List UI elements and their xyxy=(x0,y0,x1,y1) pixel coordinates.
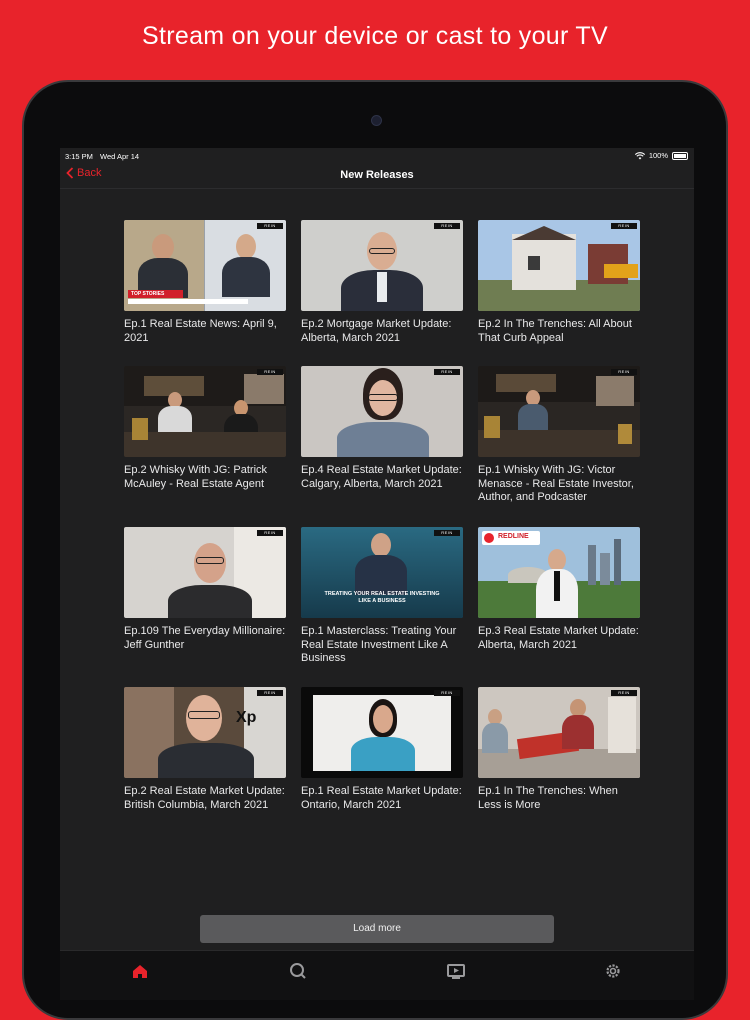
episode-title: Ep.1 Real Estate Market Update: Ontario,… xyxy=(301,785,462,811)
home-icon xyxy=(133,965,147,978)
episode-title: Ep.4 Real Estate Market Update: Calgary,… xyxy=(301,464,462,490)
channel-badge: REIN xyxy=(434,690,460,696)
masterclass-caption: TREATING YOUR REAL ESTATE INVESTING LIKE… xyxy=(324,591,440,604)
episode-card[interactable]: REIN Ep.1 Real Estate Market Update: Ont… xyxy=(301,687,463,812)
nav-divider xyxy=(60,188,694,189)
search-icon xyxy=(290,963,306,979)
channel-badge: REIN xyxy=(434,369,460,375)
episode-thumbnail: TREATING YOUR REAL ESTATE INVESTING LIKE… xyxy=(301,527,463,618)
episode-thumbnail: TOP STORIES REIN xyxy=(124,220,286,311)
episode-thumbnail: REDLINE xyxy=(478,527,640,618)
episode-title: Ep.1 Real Estate News: April 9, 2021 xyxy=(124,318,277,344)
episode-thumbnail: REIN xyxy=(478,687,640,778)
tab-home[interactable] xyxy=(128,959,152,983)
channel-badge: REIN xyxy=(434,223,460,229)
episode-thumbnail: REIN xyxy=(478,366,640,457)
nav-bar: Back New Releases xyxy=(60,163,694,188)
status-time: 3:15 PM xyxy=(65,152,93,161)
episode-card[interactable]: REIN Ep.1 Whisky With JG: Victor Menasce… xyxy=(478,366,640,505)
episode-title: Ep.109 The Everyday Millionaire: Jeff Gu… xyxy=(124,625,286,651)
tab-bar xyxy=(60,950,694,1000)
channel-badge: REIN xyxy=(611,369,637,375)
episode-thumbnail: REIN xyxy=(301,687,463,778)
gear-icon xyxy=(606,964,620,978)
page-title: New Releases xyxy=(340,169,414,181)
episode-thumbnail: REIN xyxy=(478,220,640,311)
redline-logo: REDLINE xyxy=(498,533,529,540)
tab-videos[interactable] xyxy=(444,959,468,983)
episode-card[interactable]: REIN Ep.109 The Everyday Millionaire: Je… xyxy=(124,527,286,652)
episode-card[interactable]: REIN Ep.2 In The Trenches: All About Tha… xyxy=(478,220,640,345)
episode-title: Ep.2 In The Trenches: All About That Cur… xyxy=(478,318,632,344)
app-screen: 3:15 PM Wed Apr 14 100% Back New Release… xyxy=(60,148,694,1000)
episode-title: Ep.1 Whisky With JG: Victor Menasce - Re… xyxy=(478,464,634,503)
episode-card[interactable]: TREATING YOUR REAL ESTATE INVESTING LIKE… xyxy=(301,527,463,666)
episode-title: Ep.1 Masterclass: Treating Your Real Est… xyxy=(301,625,457,664)
channel-badge: REIN xyxy=(257,369,283,375)
tab-search[interactable] xyxy=(286,959,310,983)
episode-title: Ep.1 In The Trenches: When Less is More xyxy=(478,785,618,811)
top-stories-banner: TOP STORIES xyxy=(128,290,183,298)
episode-card[interactable]: REDLINE Ep.3 Real Estate Market Update: … xyxy=(478,527,640,652)
episode-card[interactable]: REIN Ep.2 Mortgage Market Update: Albert… xyxy=(301,220,463,345)
episode-card[interactable]: TOP STORIES REIN Ep.1 Real Estate News: … xyxy=(124,220,286,345)
channel-badge: REIN xyxy=(611,223,637,229)
episode-card[interactable]: Xp REIN Ep.2 Real Estate Market Update: … xyxy=(124,687,286,812)
headline: Stream on your device or cast to your TV xyxy=(142,22,608,50)
video-icon xyxy=(447,964,465,979)
episode-title: Ep.3 Real Estate Market Update: Alberta,… xyxy=(478,625,639,651)
camera-dot xyxy=(371,115,382,126)
channel-badge: REIN xyxy=(257,690,283,696)
tab-settings[interactable] xyxy=(601,959,625,983)
episode-thumbnail: REIN xyxy=(301,220,463,311)
xp-logo: Xp xyxy=(236,709,257,726)
episode-title: Ep.2 Whisky With JG: Patrick McAuley - R… xyxy=(124,464,268,490)
episode-card[interactable]: REIN Ep.2 Whisky With JG: Patrick McAule… xyxy=(124,366,286,491)
status-right: 100% xyxy=(634,151,688,160)
episode-thumbnail: REIN xyxy=(124,527,286,618)
episode-card[interactable]: REIN Ep.1 In The Trenches: When Less is … xyxy=(478,687,640,812)
channel-badge: REIN xyxy=(257,223,283,229)
battery-percent: 100% xyxy=(648,151,668,160)
channel-badge: REIN xyxy=(434,530,460,536)
tablet-frame: 3:15 PM Wed Apr 14 100% Back New Release… xyxy=(22,80,728,1020)
battery-icon xyxy=(672,151,688,160)
status-date: Wed Apr 14 xyxy=(100,152,140,161)
episode-title: Ep.2 Mortgage Market Update: Alberta, Ma… xyxy=(301,318,452,344)
status-bar: 3:15 PM Wed Apr 14 100% xyxy=(60,148,694,163)
load-more-button[interactable]: Load more xyxy=(200,915,554,943)
channel-badge: REIN xyxy=(611,690,637,696)
episode-card[interactable]: REIN Ep.4 Real Estate Market Update: Cal… xyxy=(301,366,463,491)
episode-thumbnail: REIN xyxy=(124,366,286,457)
episode-thumbnail: Xp REIN xyxy=(124,687,286,778)
wifi-icon xyxy=(634,151,645,159)
channel-badge: REIN xyxy=(257,530,283,536)
episode-title: Ep.2 Real Estate Market Update: British … xyxy=(124,785,285,811)
episode-thumbnail: REIN xyxy=(301,366,463,457)
